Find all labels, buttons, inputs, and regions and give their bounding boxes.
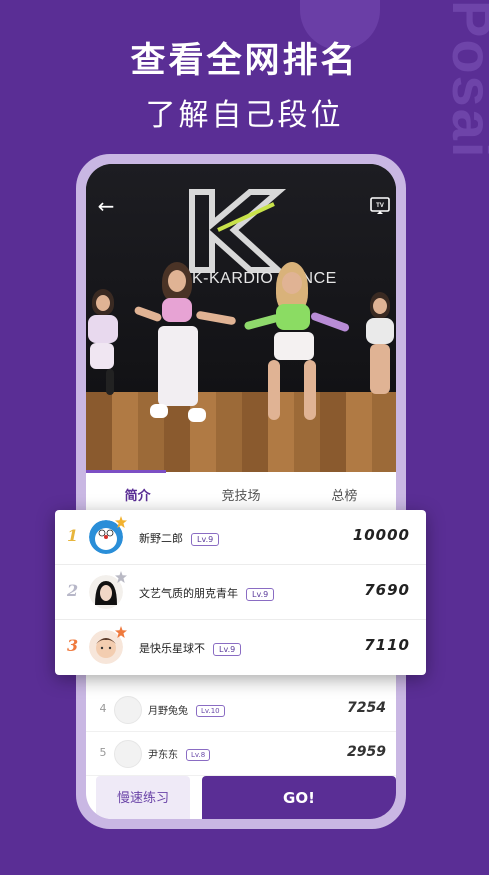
level-badge: Lv.10 bbox=[196, 705, 225, 717]
username-text: 是快乐星球不 bbox=[139, 642, 205, 655]
leaderboard-row[interactable]: 5 尹东东 Lv.8 2959 bbox=[86, 732, 396, 776]
star-badge-icon bbox=[115, 571, 127, 583]
promo-headline: 查看全网排名 bbox=[130, 41, 359, 81]
avatar bbox=[114, 696, 142, 724]
slow-practice-button[interactable]: 慢速练习 bbox=[96, 776, 190, 819]
phone-screen: K-KARDIO DANCE ← TV 简介 竞技场 总榜 4 月野兔兔 Lv.… bbox=[86, 164, 396, 819]
row-rank: 4 bbox=[99, 702, 107, 715]
row-username: 月野兔兔 Lv.10 bbox=[148, 702, 225, 717]
top3-row-2[interactable]: 2 文艺气质的朋克青年 Lv.9 7690 bbox=[55, 565, 426, 620]
username-text: 新野二郎 bbox=[139, 532, 183, 545]
username-text: 尹东东 bbox=[148, 750, 178, 761]
dancer-right bbox=[243, 262, 351, 442]
top3-username: 新野二郎 Lv.9 bbox=[139, 530, 220, 546]
top3-score: 7110 bbox=[364, 636, 410, 654]
video-player[interactable]: K-KARDIO DANCE ← TV bbox=[86, 164, 396, 472]
top3-username: 是快乐星球不 Lv.9 bbox=[139, 640, 242, 656]
username-text: 文艺气质的朋克青年 bbox=[139, 587, 238, 600]
tv-cast-icon[interactable]: TV bbox=[368, 194, 392, 218]
row-score: 7254 bbox=[347, 700, 386, 716]
row-username: 尹东东 Lv.8 bbox=[148, 746, 211, 761]
go-button[interactable]: GO! bbox=[202, 776, 396, 819]
rank-number: 3 bbox=[67, 636, 79, 655]
star-badge-icon bbox=[115, 516, 127, 528]
rank-number: 1 bbox=[67, 526, 79, 545]
top3-score: 7690 bbox=[364, 581, 410, 599]
video-floor bbox=[86, 392, 396, 472]
row-rank: 5 bbox=[99, 746, 107, 759]
dancer-center bbox=[133, 262, 237, 432]
rank-number: 2 bbox=[67, 581, 79, 600]
video-progress-bar[interactable] bbox=[86, 470, 166, 473]
top3-row-1[interactable]: 1 新野二郎 Lv.9 10000 bbox=[55, 510, 426, 565]
level-badge: Lv.9 bbox=[191, 532, 220, 546]
level-badge: Lv.8 bbox=[186, 749, 211, 761]
avatar bbox=[114, 740, 142, 768]
top3-row-3[interactable]: 3 是快乐星球不 Lv.9 7110 bbox=[55, 620, 426, 675]
arrow-left-icon[interactable]: ← bbox=[94, 194, 118, 218]
phone-frame: K-KARDIO DANCE ← TV 简介 竞技场 总榜 4 月野兔兔 Lv.… bbox=[76, 154, 406, 829]
dancer-far-right bbox=[364, 292, 396, 402]
svg-text:TV: TV bbox=[376, 203, 384, 209]
leaderboard-row[interactable]: 4 月野兔兔 Lv.10 7254 bbox=[86, 688, 396, 732]
dancer-left bbox=[86, 289, 126, 399]
top3-username: 文艺气质的朋克青年 Lv.9 bbox=[139, 585, 275, 601]
row-score: 2959 bbox=[347, 744, 386, 760]
top3-ranking-card: 1 新野二郎 Lv.9 10000 2 文艺气质的朋克青年 Lv.9 7690 … bbox=[55, 510, 426, 675]
top3-score: 10000 bbox=[352, 526, 410, 544]
promo-subline: 了解自己段位 bbox=[145, 98, 344, 133]
level-badge: Lv.9 bbox=[213, 642, 242, 656]
username-text: 月野兔兔 bbox=[148, 706, 188, 717]
level-badge: Lv.9 bbox=[246, 587, 275, 601]
star-badge-icon bbox=[115, 626, 127, 638]
